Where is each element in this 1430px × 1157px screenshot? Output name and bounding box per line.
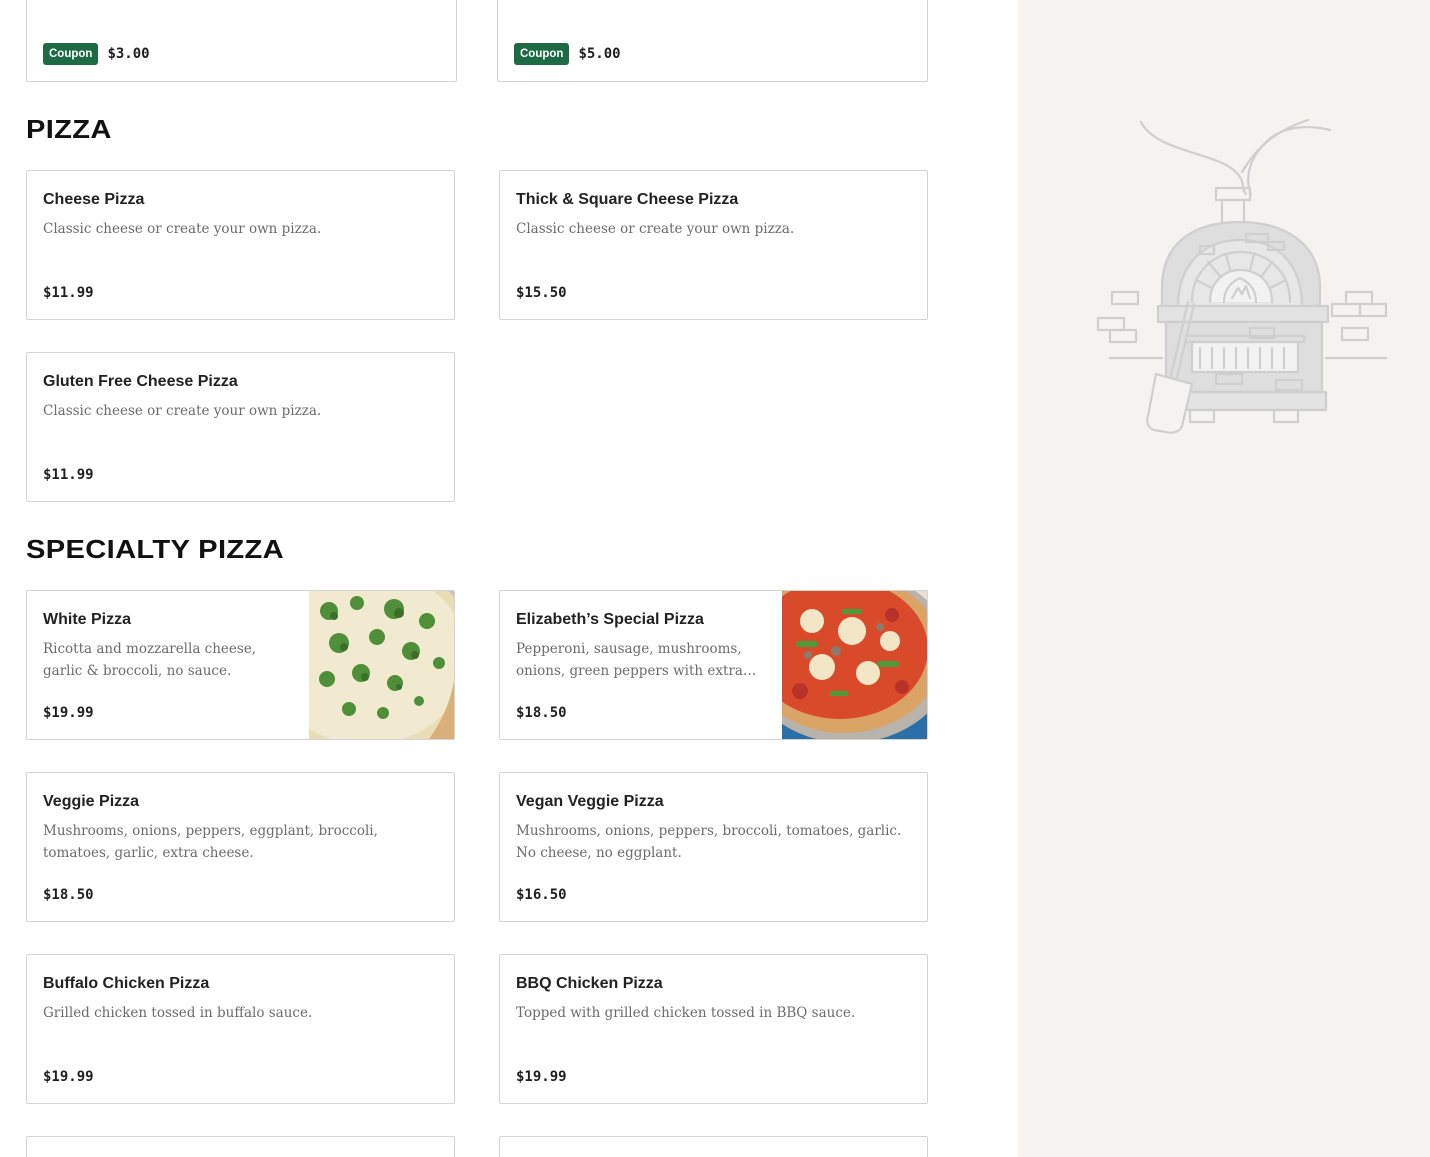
item-price: $19.99 [43, 1069, 94, 1085]
item-description: Classic cheese or create your own pizza. [43, 221, 322, 237]
item-description: Classic cheese or create your own pizza. [43, 403, 322, 419]
menu-item-elizabeths-special-pizza[interactable]: Elizabeth’s Special Pizza Pepperoni, sau… [499, 590, 928, 740]
item-name: Buffalo Chicken Pizza [43, 975, 210, 992]
coupon-row: Coupon $3.00 [43, 43, 150, 65]
item-price: $11.99 [43, 285, 94, 301]
coupon-price: $3.00 [107, 46, 150, 62]
item-price: $19.99 [516, 1069, 567, 1085]
menu-item-cheese-pizza[interactable]: Cheese Pizza Classic cheese or create yo… [26, 170, 455, 320]
item-description: Ricotta and mozzarella cheese, garlic & … [43, 641, 257, 679]
item-name: White Pizza [43, 611, 132, 628]
item-name: Thick & Square Cheese Pizza [516, 191, 739, 208]
coupon-card[interactable]: Coupon $3.00 [26, 0, 457, 82]
item-description: Mushrooms, onions, peppers, eggplant, br… [43, 823, 378, 861]
menu-item-gluten-free-cheese-pizza[interactable]: Gluten Free Cheese Pizza Classic cheese … [26, 352, 455, 502]
item-name: BBQ Chicken Pizza [516, 975, 663, 992]
coupon-badge: Coupon [514, 43, 570, 65]
menu-item-thick-square-cheese-pizza[interactable]: Thick & Square Cheese Pizza Classic chee… [499, 170, 928, 320]
item-name: Veggie Pizza [43, 793, 140, 810]
section-title-pizza: PIZZA [26, 114, 112, 144]
menu-list: Coupon $3.00 Coupon $5.00 PIZZA Cheese P… [0, 0, 1018, 1157]
menu-item-card[interactable] [26, 1136, 455, 1157]
item-price: $18.50 [516, 705, 567, 721]
item-name: Cheese Pizza [43, 191, 145, 208]
item-description: Topped with grilled chicken tossed in BB… [516, 1005, 856, 1021]
coupon-price: $5.00 [578, 46, 621, 62]
item-price: $16.50 [516, 887, 567, 903]
coupon-row: Coupon $5.00 [514, 43, 621, 65]
coupon-card[interactable]: Coupon $5.00 [497, 0, 928, 82]
item-name: Elizabeth’s Special Pizza [516, 611, 704, 628]
menu-item-card[interactable] [499, 1136, 928, 1157]
item-name: Vegan Veggie Pizza [516, 793, 664, 810]
side-panel [1018, 0, 1430, 1157]
menu-item-bbq-chicken-pizza[interactable]: BBQ Chicken Pizza Topped with grilled ch… [499, 954, 928, 1104]
item-description: Grilled chicken tossed in buffalo sauce. [43, 1005, 313, 1021]
item-price: $18.50 [43, 887, 94, 903]
menu-item-buffalo-chicken-pizza[interactable]: Buffalo Chicken Pizza Grilled chicken to… [26, 954, 455, 1104]
pizza-oven-icon [1096, 118, 1388, 434]
item-description: Pepperoni, sausage, mushrooms, onions, g… [516, 641, 757, 679]
menu-item-vegan-veggie-pizza[interactable]: Vegan Veggie Pizza Mushrooms, onions, pe… [499, 772, 928, 922]
item-description: Mushrooms, onions, peppers, broccoli, to… [516, 823, 902, 861]
menu-item-veggie-pizza[interactable]: Veggie Pizza Mushrooms, onions, peppers,… [26, 772, 455, 922]
item-price: $15.50 [516, 285, 567, 301]
item-price: $19.99 [43, 705, 94, 721]
white-pizza-photo [309, 591, 454, 739]
special-pizza-photo [782, 591, 927, 739]
item-description: Classic cheese or create your own pizza. [516, 221, 795, 237]
item-price: $11.99 [43, 467, 94, 483]
section-title-specialty-pizza: SPECIALTY PIZZA [26, 534, 284, 564]
menu-item-white-pizza[interactable]: White Pizza Ricotta and mozzarella chees… [26, 590, 455, 740]
coupon-badge: Coupon [43, 43, 99, 65]
item-name: Gluten Free Cheese Pizza [43, 373, 238, 390]
